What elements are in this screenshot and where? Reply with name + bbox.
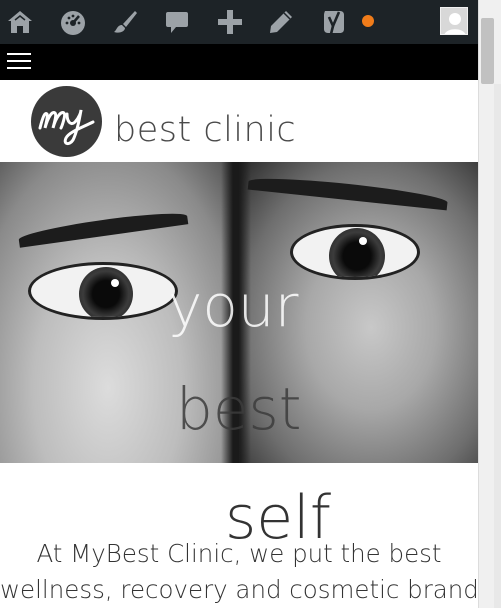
mobile-menu-bar [0,44,478,80]
hero-word-your: your [168,272,299,340]
edit-pencil-icon[interactable] [265,6,297,38]
intro-text: At MyBest Clinic, we put the best wellne… [0,536,492,608]
yoast-seo-icon[interactable] [318,6,350,38]
new-content-icon[interactable] [214,6,246,38]
background-page [494,84,501,608]
avatar[interactable] [440,7,468,35]
site-home-icon[interactable] [4,6,36,38]
hero-banner: your best [0,162,478,463]
customize-brush-icon[interactable] [109,6,141,38]
right-eye [290,224,420,280]
site-logo[interactable] [31,86,102,157]
intro-line-2: wellness, recovery and cosmetic brands [0,575,492,604]
site-name[interactable]: best clinic [114,110,296,150]
admin-toolbar [0,0,478,44]
site-header: best clinic [0,80,478,162]
notification-dot [362,15,374,27]
logo-mark [38,109,95,146]
hamburger-menu-icon[interactable] [7,53,31,71]
scrollbar-thumb[interactable] [481,18,494,84]
intro-line-1: At MyBest Clinic, we put the best [36,539,442,568]
comments-icon[interactable] [161,6,193,38]
left-eye [28,262,178,320]
hero-word-best: best [176,375,302,443]
dashboard-icon[interactable] [57,6,89,38]
